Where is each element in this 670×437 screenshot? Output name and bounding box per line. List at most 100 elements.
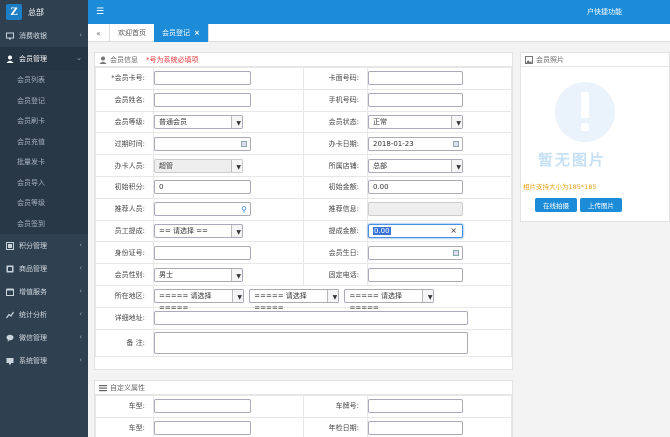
submenu-item-member-signin[interactable]: 会员签到 [0, 214, 88, 235]
chevron-left-icon: ‹ [79, 264, 82, 272]
plate-label: 车牌号: [303, 395, 368, 418]
no-image-text: 暂无图片 [537, 151, 606, 169]
user-icon [99, 56, 107, 64]
submenu-item-member-list[interactable]: 会员列表 [0, 70, 88, 91]
online-shoot-button[interactable]: 在线拍摄 [535, 198, 577, 212]
form-row: 会员等级: 普通会员 ▼ 会员状态: 正常 ▼ [95, 110, 512, 134]
submenu-item-batch-card[interactable]: 批量发卡 [0, 152, 88, 173]
gender-label: 会员性别: [95, 263, 154, 286]
open-date-input[interactable]: 2018-01-23 [368, 136, 463, 151]
status-select[interactable]: 正常 ▼ [368, 114, 463, 129]
chevron-left-icon: ‹ [79, 31, 82, 39]
tab-home[interactable]: 欢迎首页 [110, 24, 155, 42]
search-icon[interactable]: ⚲ [241, 204, 247, 216]
employee-value: == 请选择 == [159, 226, 208, 235]
address-input[interactable] [154, 311, 468, 326]
region-label: 所在地区: [95, 284, 154, 308]
init-points-input[interactable]: 0 [154, 180, 251, 195]
stats-icon [6, 311, 14, 318]
custom-attributes-panel: 自定义属性 车型: 车牌号: 车型: 年检日期: [94, 380, 513, 437]
calendar-icon[interactable] [241, 140, 247, 147]
chevron-down-icon: ▼ [427, 294, 433, 302]
submenu-item-member-swipe[interactable]: 会员刷卡 [0, 111, 88, 132]
tab-scroll-left-icon[interactable]: « [88, 24, 110, 42]
quick-functions-link[interactable]: 户快捷功能 [587, 7, 622, 17]
name-input[interactable] [154, 93, 251, 108]
goods-icon [6, 265, 14, 272]
member-submenu: 会员列表 会员登记 会员刷卡 会员充值 批量发卡 会员导入 会员等级 会员签到 [0, 70, 88, 234]
gender-value: 男士 [159, 270, 173, 279]
tab-member-register[interactable]: 会员登记 × [154, 24, 209, 42]
plate-input[interactable] [368, 399, 463, 414]
submenu-item-member-import[interactable]: 会员导入 [0, 173, 88, 194]
sidebar-item-value-added[interactable]: 增值服务 ‹ [0, 280, 88, 303]
chevron-down-icon: ▼ [236, 119, 241, 127]
year-check-input[interactable] [368, 421, 463, 436]
remark-textarea[interactable] [154, 331, 468, 354]
sidebar-item-wechat[interactable]: 微信管理 ‹ [0, 326, 88, 349]
logo-icon: Z [6, 4, 22, 20]
district-select[interactable]: ===== 请选择 ===== ▼ [344, 289, 435, 312]
section-title: 会员照片 [536, 55, 564, 64]
city-select[interactable]: ===== 请选择 ===== ▼ [249, 289, 340, 312]
birthday-input[interactable] [368, 245, 463, 260]
sidebar-item-label: 系统管理 [19, 356, 47, 365]
open-date-value: 2018-01-23 [373, 139, 414, 148]
id-no-input[interactable] [154, 245, 251, 260]
employee-select[interactable]: == 请选择 == ▼ [154, 223, 243, 238]
staff-label: 办卡人员: [95, 154, 154, 177]
chevron-left-icon: ‹ [79, 241, 82, 249]
mobile-input[interactable] [368, 93, 463, 108]
model-input[interactable] [154, 399, 251, 414]
vehicle-input[interactable] [154, 421, 251, 436]
tab-close-icon[interactable]: × [194, 29, 200, 37]
sidebar-item-stats[interactable]: 统计分析 ‹ [0, 303, 88, 326]
clear-icon[interactable]: × [450, 225, 457, 237]
init-amount-input[interactable]: 0.00 [368, 180, 463, 195]
level-select[interactable]: 普通会员 ▼ [154, 114, 243, 129]
upload-image-button[interactable]: 上传图片 [580, 198, 622, 212]
form-row: 车型: 车牌号: [95, 395, 512, 418]
member-form: *会员卡号: 卡面号码: 会员姓名: 手机号码: 会员等级: 普通会员 ▼ 会员状… [95, 67, 512, 357]
sidebar-item-system[interactable]: 系统管理 ‹ [0, 349, 88, 372]
card-no-input[interactable] [154, 71, 251, 86]
staff-select[interactable]: 超管 ▼ [154, 158, 243, 173]
form-row: 办卡人员: 超管 ▼ 所属店铺: 总部 ▼ [95, 154, 512, 177]
submenu-item-member-register[interactable]: 会员登记 [0, 91, 88, 112]
store-select[interactable]: 总部 ▼ [368, 158, 463, 173]
expire-date-input[interactable] [154, 136, 251, 151]
calendar-icon[interactable] [453, 249, 459, 256]
commission-input[interactable]: 0.00 × [368, 223, 463, 238]
chevron-down-icon: ▼ [456, 119, 461, 127]
submenu-item-member-level[interactable]: 会员等级 [0, 193, 88, 214]
gender-select[interactable]: 男士 ▼ [154, 267, 243, 282]
sidebar-item-member[interactable]: 会员管理 ⌄ [0, 47, 88, 70]
submenu-item-member-recharge[interactable]: 会员充值 [0, 132, 88, 153]
calendar-icon[interactable] [453, 140, 459, 147]
form-row: 车型: 年检日期: [95, 416, 512, 437]
required-hint: *号为系统必填项 [146, 55, 199, 64]
vehicle-label: 车型: [95, 416, 154, 437]
menu-toggle-icon[interactable]: ☰ [96, 7, 104, 17]
staff-value: 超管 [159, 161, 173, 170]
status-value: 正常 [373, 117, 387, 126]
value-added-icon [6, 288, 14, 296]
id-no-label: 身份证号: [95, 241, 154, 265]
sidebar-item-consume[interactable]: 消费收银 ‹ [0, 24, 88, 47]
referrer-input[interactable]: ⚲ [154, 202, 251, 217]
sidebar-item-points[interactable]: 积分管理 ‹ [0, 234, 88, 257]
form-row: 备 注: [95, 328, 512, 357]
form-row: 会员姓名: 手机号码: [95, 88, 512, 112]
phone-input[interactable] [368, 267, 463, 282]
photo-size-note: 相片支持大小为185*185 [523, 183, 597, 191]
card-face-no-input[interactable] [368, 71, 463, 86]
province-select[interactable]: ===== 请选择 ===== ▼ [154, 289, 244, 312]
chevron-down-icon: ▼ [236, 163, 241, 171]
sidebar-item-goods[interactable]: 商品管理 ‹ [0, 257, 88, 280]
system-icon [6, 357, 14, 364]
member-photo-header: 会员照片 [521, 53, 669, 67]
chevron-down-icon: ▼ [332, 294, 338, 302]
remark-label: 备 注: [95, 328, 154, 357]
custom-attributes-header: 自定义属性 [95, 381, 512, 395]
section-title: 会员信息 [110, 55, 138, 64]
